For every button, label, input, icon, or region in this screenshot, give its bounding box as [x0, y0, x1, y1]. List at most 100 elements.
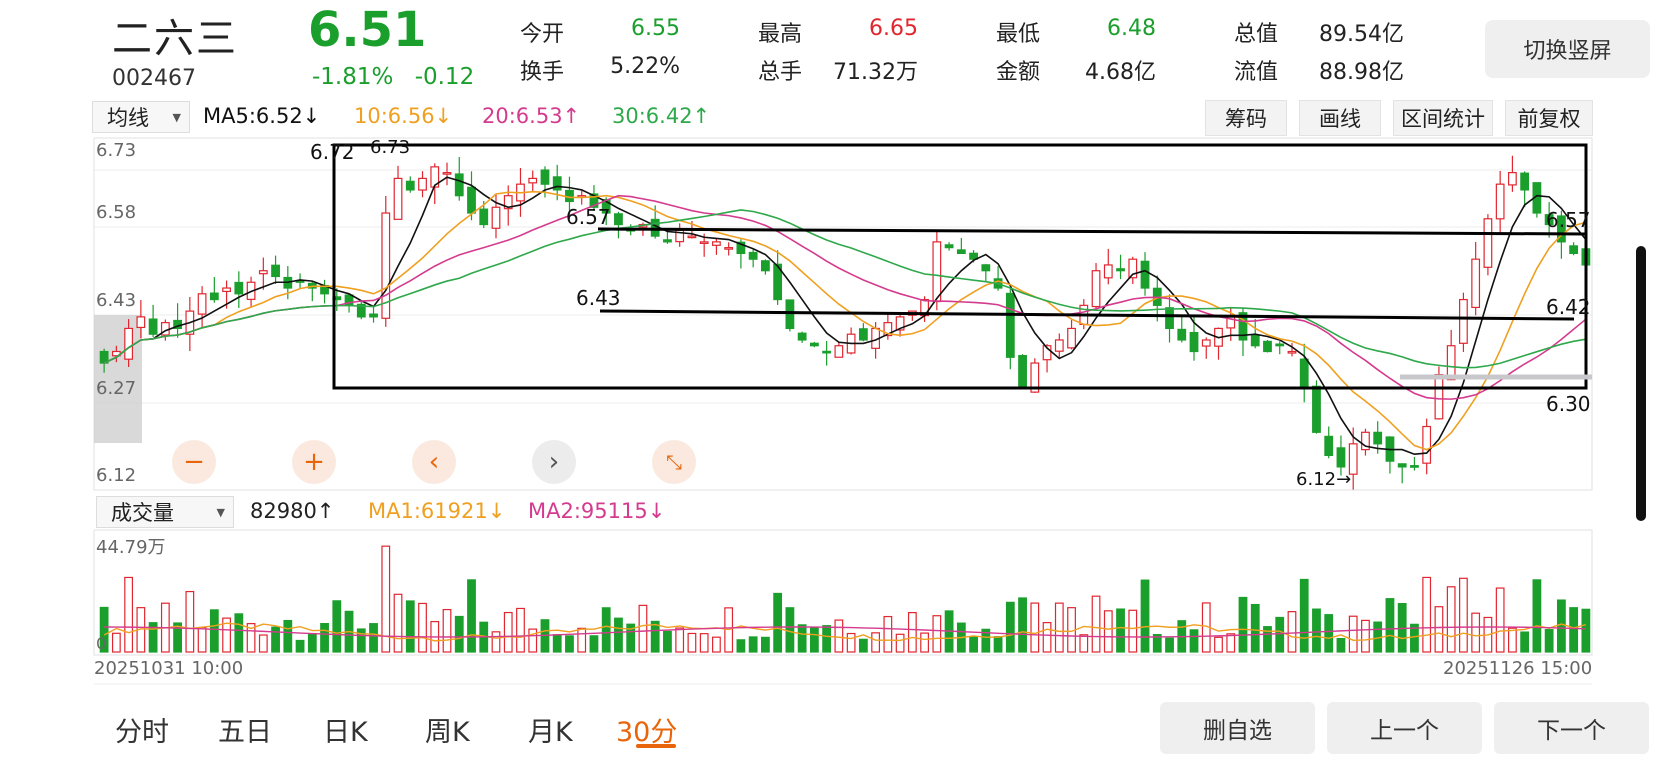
candle	[197, 293, 207, 315]
candle	[1116, 268, 1125, 272]
volume-bar	[846, 632, 856, 653]
volume-bar	[1361, 619, 1370, 653]
candle	[785, 299, 795, 330]
chevron-right-icon[interactable]: ›	[532, 440, 576, 484]
candle	[405, 180, 415, 191]
y-tick: 6.58	[96, 202, 137, 223]
volume-bar	[1422, 576, 1432, 653]
volume-bar	[797, 624, 807, 653]
chevron-left-icon[interactable]: ‹	[412, 440, 456, 484]
volume-bar	[1091, 595, 1101, 653]
candle	[822, 350, 832, 354]
candle	[1299, 358, 1309, 387]
y-tick: 6.43	[96, 290, 137, 311]
volume-bar	[1005, 601, 1015, 653]
volume-bar	[614, 617, 623, 653]
candle	[271, 264, 280, 278]
volume-bar	[124, 576, 134, 653]
volume-bar	[1287, 611, 1297, 653]
annotation-642: 6.42	[1546, 295, 1591, 319]
candle	[1471, 258, 1481, 309]
tab-daily[interactable]: 日K	[323, 710, 368, 749]
volume-bar	[1508, 627, 1517, 653]
volume-bar	[1250, 603, 1260, 653]
candle	[1140, 260, 1150, 289]
volume-bar	[209, 609, 219, 653]
volume-bar	[601, 607, 611, 653]
candle	[1275, 343, 1285, 347]
volume-bar	[748, 636, 758, 653]
candle	[393, 177, 403, 220]
volume-bar	[1226, 633, 1236, 653]
volume-bar	[1030, 602, 1040, 653]
annotation-643: 6.43	[576, 286, 621, 310]
collapse-icon[interactable]: ⤡	[652, 440, 696, 484]
volume-bar	[295, 639, 305, 653]
volume-bar	[1495, 587, 1505, 653]
annotation-high-left: 6.72	[310, 140, 355, 164]
volume-bar	[111, 632, 121, 653]
y-tick: 6.12	[96, 465, 137, 486]
volume-bar	[883, 615, 893, 653]
candle	[491, 206, 501, 229]
volume-bar	[405, 600, 415, 653]
kline-chart[interactable]	[0, 0, 1663, 768]
tab-five-day[interactable]: 五日	[218, 710, 272, 749]
volume-select[interactable]: 成交量 ▼	[96, 496, 234, 528]
candle	[932, 241, 942, 303]
remove-watchlist-button[interactable]: 删自选	[1160, 702, 1315, 754]
candle	[136, 316, 146, 329]
candle	[614, 213, 623, 226]
volume-bar	[907, 612, 917, 653]
volume-bar	[1116, 608, 1125, 653]
volume-bar	[712, 636, 721, 653]
tab-minute[interactable]: 分时	[115, 710, 169, 749]
candle	[234, 281, 244, 295]
volume-bar	[785, 607, 795, 653]
volume-bar	[258, 634, 268, 653]
zoom-out-icon[interactable]: −	[172, 440, 216, 484]
scrollbar[interactable]	[1636, 246, 1646, 521]
volume-bar	[1544, 629, 1554, 653]
candle	[858, 328, 868, 341]
volume-bar	[197, 626, 207, 653]
active-tab-underline	[636, 744, 676, 748]
candle	[687, 235, 697, 239]
candle	[761, 260, 770, 272]
candle	[1091, 270, 1101, 308]
candle	[467, 186, 476, 214]
candle	[369, 313, 378, 318]
previous-button[interactable]: 上一个	[1327, 702, 1482, 754]
candle	[1189, 331, 1199, 353]
candle	[699, 241, 709, 244]
volume-bar	[1238, 596, 1248, 653]
candle	[1336, 447, 1346, 468]
volume-bar	[1556, 599, 1566, 653]
volume-bar	[589, 635, 599, 653]
annotation-low: 6.12→	[1296, 469, 1352, 490]
volume-bar	[932, 615, 942, 653]
volume-bar	[1348, 615, 1358, 653]
candle	[944, 244, 954, 249]
y-tick: 6.27	[96, 378, 137, 399]
volume-bar	[491, 631, 501, 653]
volume-bar	[1532, 579, 1542, 653]
candle	[1177, 328, 1187, 341]
ma-line	[103, 194, 1587, 400]
candle	[1103, 264, 1113, 279]
volume-bar	[332, 600, 342, 653]
candle	[1508, 172, 1517, 186]
candle	[1397, 463, 1407, 468]
next-button[interactable]: 下一个	[1494, 702, 1649, 754]
zoom-in-icon[interactable]: +	[292, 440, 336, 484]
volume-axis-zero: 0	[96, 634, 107, 653]
tab-monthly[interactable]: 月K	[528, 710, 573, 749]
volume-bar	[283, 619, 293, 653]
tab-weekly[interactable]: 周K	[425, 710, 470, 749]
annotation-high-left-2: 6.73	[370, 137, 411, 158]
volume-bar	[1471, 612, 1481, 653]
volume-bar	[895, 633, 905, 653]
candle	[565, 189, 574, 203]
volume-bar	[920, 632, 929, 653]
candle	[1324, 435, 1334, 456]
